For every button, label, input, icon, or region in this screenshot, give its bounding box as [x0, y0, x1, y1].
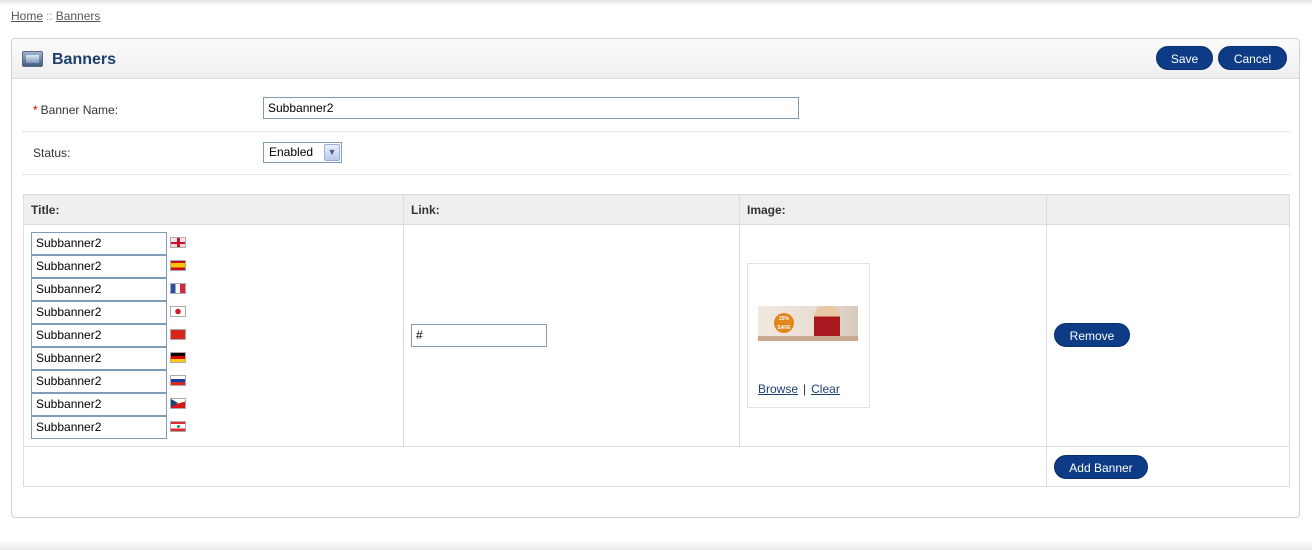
title-cell: Subbanner2 Subbanner2 Subbanner2 Subbann… [23, 224, 404, 447]
table-row: Subbanner2 Subbanner2 Subbanner2 Subbann… [23, 224, 1290, 447]
banner-name-label-text: Banner Name: [40, 103, 119, 117]
thumbnail-badge: 25% SAVE [774, 313, 794, 333]
japan-flag-icon [170, 306, 186, 317]
save-button[interactable]: Save [1156, 46, 1213, 70]
uk-flag-icon [170, 237, 186, 248]
title-input-uk[interactable]: Subbanner2 [31, 232, 167, 255]
china-flag-icon [170, 329, 186, 340]
add-banner-button[interactable]: Add Banner [1054, 455, 1148, 479]
remove-button[interactable]: Remove [1054, 323, 1130, 347]
column-header-title: Title: [23, 194, 404, 225]
thumbnail-stripe [758, 336, 858, 341]
top-shadow [0, 0, 1312, 6]
table-footer-row: Add Banner [23, 446, 1290, 487]
status-select-value: Enabled [269, 145, 314, 159]
column-header-link: Link: [403, 194, 740, 225]
image-actions-separator: | [803, 382, 807, 396]
table-header-row: Title: Link: Image: [23, 194, 1290, 225]
banner-name-input[interactable]: Subbanner2 [263, 97, 799, 119]
link-cell: # [403, 224, 740, 447]
breadcrumb-banners-link[interactable]: Banners [56, 9, 101, 23]
browse-link[interactable]: Browse [758, 382, 798, 396]
link-input[interactable]: # [411, 324, 547, 347]
title-input-de[interactable]: Subbanner2 [31, 347, 167, 370]
status-select[interactable]: Enabled ▼ [263, 142, 342, 163]
banner-thumbnail: 25% SAVE [758, 306, 858, 341]
czech-flag-icon [170, 398, 186, 409]
banner-name-label: * Banner Name: [33, 103, 118, 117]
title-input-jp[interactable]: Subbanner2 [31, 301, 167, 324]
chevron-down-icon[interactable]: ▼ [324, 144, 340, 161]
breadcrumb-separator: :: [46, 9, 53, 23]
banners-panel: Banners Save Cancel * Banner Name: Subban… [11, 38, 1300, 518]
germany-flag-icon [170, 352, 186, 363]
image-cell: 25% SAVE Browse | Clear [739, 224, 1047, 447]
banner-images-table: Title: Link: Image: Subbanner2 Subbanner… [23, 194, 1290, 487]
footer-actions-cell: Add Banner [1046, 446, 1290, 487]
cancel-button[interactable]: Cancel [1218, 46, 1287, 70]
russia-flag-icon [170, 375, 186, 386]
status-row: Status: Enabled ▼ [23, 132, 1290, 175]
title-input-es[interactable]: Subbanner2 [31, 255, 167, 278]
clear-link[interactable]: Clear [811, 382, 840, 396]
lebanon-flag-icon [170, 421, 186, 432]
france-flag-icon [170, 283, 186, 294]
actions-cell: Remove [1046, 224, 1290, 447]
title-input-lb[interactable]: Subbanner2 [31, 416, 167, 439]
footer-empty-cell [23, 446, 1047, 487]
title-input-cz[interactable]: Subbanner2 [31, 393, 167, 416]
column-header-image: Image: [739, 194, 1047, 225]
image-actions: Browse | Clear [758, 382, 840, 396]
breadcrumb: Home:: Banners [11, 9, 100, 23]
title-input-ru[interactable]: Subbanner2 [31, 370, 167, 393]
panel-header: Banners Save Cancel [12, 39, 1299, 79]
banner-name-row: * Banner Name: Subbanner2 [23, 89, 1290, 132]
title-input-fr[interactable]: Subbanner2 [31, 278, 167, 301]
required-mark: * [33, 103, 38, 117]
breadcrumb-home-link[interactable]: Home [11, 9, 43, 23]
title-input-cn[interactable]: Subbanner2 [31, 324, 167, 347]
banner-image-icon [22, 51, 43, 67]
status-label: Status: [33, 146, 71, 160]
image-preview-box: 25% SAVE Browse | Clear [747, 263, 870, 408]
spain-flag-icon [170, 260, 186, 271]
page-title: Banners [52, 51, 117, 68]
bottom-shadow [0, 540, 1312, 550]
column-header-actions [1046, 194, 1290, 225]
